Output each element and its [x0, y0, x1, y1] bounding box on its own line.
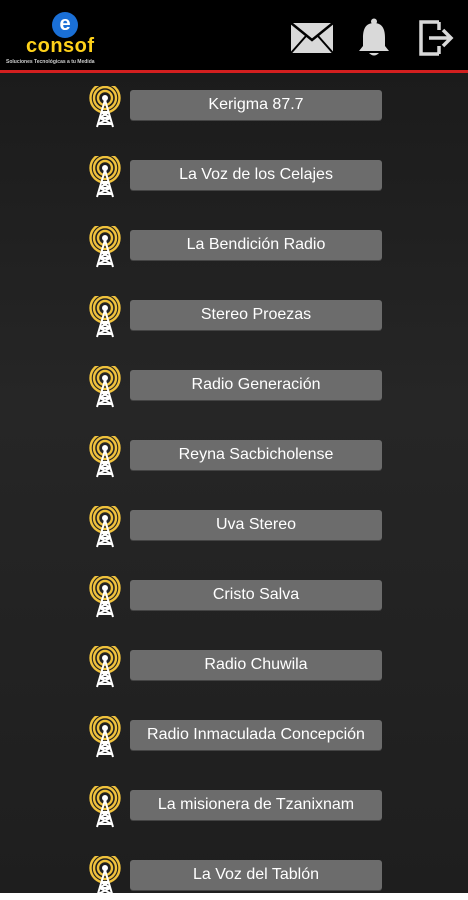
station-row: La Voz del Tablón [0, 843, 468, 900]
logo-tagline: Soluciones Tecnológicas a tu Medida [6, 59, 95, 65]
station-row: Radio Generación [0, 353, 468, 423]
mail-icon [290, 22, 334, 54]
station-button[interactable]: Uva Stereo [130, 510, 382, 540]
station-row: Stereo Proezas [0, 283, 468, 353]
logo-name: consof [26, 35, 95, 57]
station-button[interactable]: La Voz de los Celajes [130, 160, 382, 190]
station-button[interactable]: Stereo Proezas [130, 300, 382, 330]
radio-tower-icon[interactable] [89, 362, 121, 408]
bottom-edge [0, 893, 468, 900]
station-button[interactable]: La misionera de Tzanixnam [130, 790, 382, 820]
station-button[interactable]: Radio Chuwila [130, 650, 382, 680]
station-button[interactable]: Kerigma 87.7 [130, 90, 382, 120]
radio-tower-icon[interactable] [89, 572, 121, 618]
radio-tower-icon[interactable] [89, 782, 121, 828]
bell-icon [359, 18, 389, 56]
station-row: Cristo Salva [0, 563, 468, 633]
notifications-button[interactable] [355, 18, 393, 58]
radio-tower-icon[interactable] [89, 432, 121, 478]
radio-tower-icon[interactable] [89, 502, 121, 548]
radio-tower-icon[interactable] [89, 222, 121, 268]
radio-tower-icon[interactable] [89, 82, 121, 128]
radio-tower-icon[interactable] [89, 642, 121, 688]
radio-tower-icon[interactable] [89, 292, 121, 338]
station-row: Kerigma 87.7 [0, 73, 468, 143]
mail-button[interactable] [289, 18, 335, 58]
station-button[interactable]: Reyna Sacbicholense [130, 440, 382, 470]
station-button[interactable]: Radio Inmaculada Concepción [130, 720, 382, 750]
station-button[interactable]: La Bendición Radio [130, 230, 382, 260]
logout-button[interactable] [416, 18, 456, 58]
app-header: e consof Soluciones Tecnológicas a tu Me… [0, 0, 468, 73]
radio-tower-icon[interactable] [89, 152, 121, 198]
station-row: La Voz de los Celajes [0, 143, 468, 213]
station-button[interactable]: Cristo Salva [130, 580, 382, 610]
station-button[interactable]: Radio Generación [130, 370, 382, 400]
station-row: La Bendición Radio [0, 213, 468, 283]
station-row: La misionera de Tzanixnam [0, 773, 468, 843]
station-row: Reyna Sacbicholense [0, 423, 468, 493]
logout-icon [419, 20, 454, 56]
station-row: Radio Chuwila [0, 633, 468, 703]
radio-tower-icon[interactable] [89, 712, 121, 758]
station-row: Radio Inmaculada Concepción [0, 703, 468, 773]
radio-tower-icon[interactable] [89, 852, 121, 898]
station-row: Uva Stereo [0, 493, 468, 563]
station-button[interactable]: La Voz del Tablón [130, 860, 382, 890]
station-list: Kerigma 87.7 La Voz de los Celajes La Bend… [0, 73, 468, 900]
consof-logo: e consof Soluciones Tecnológicas a tu Me… [4, 10, 144, 68]
